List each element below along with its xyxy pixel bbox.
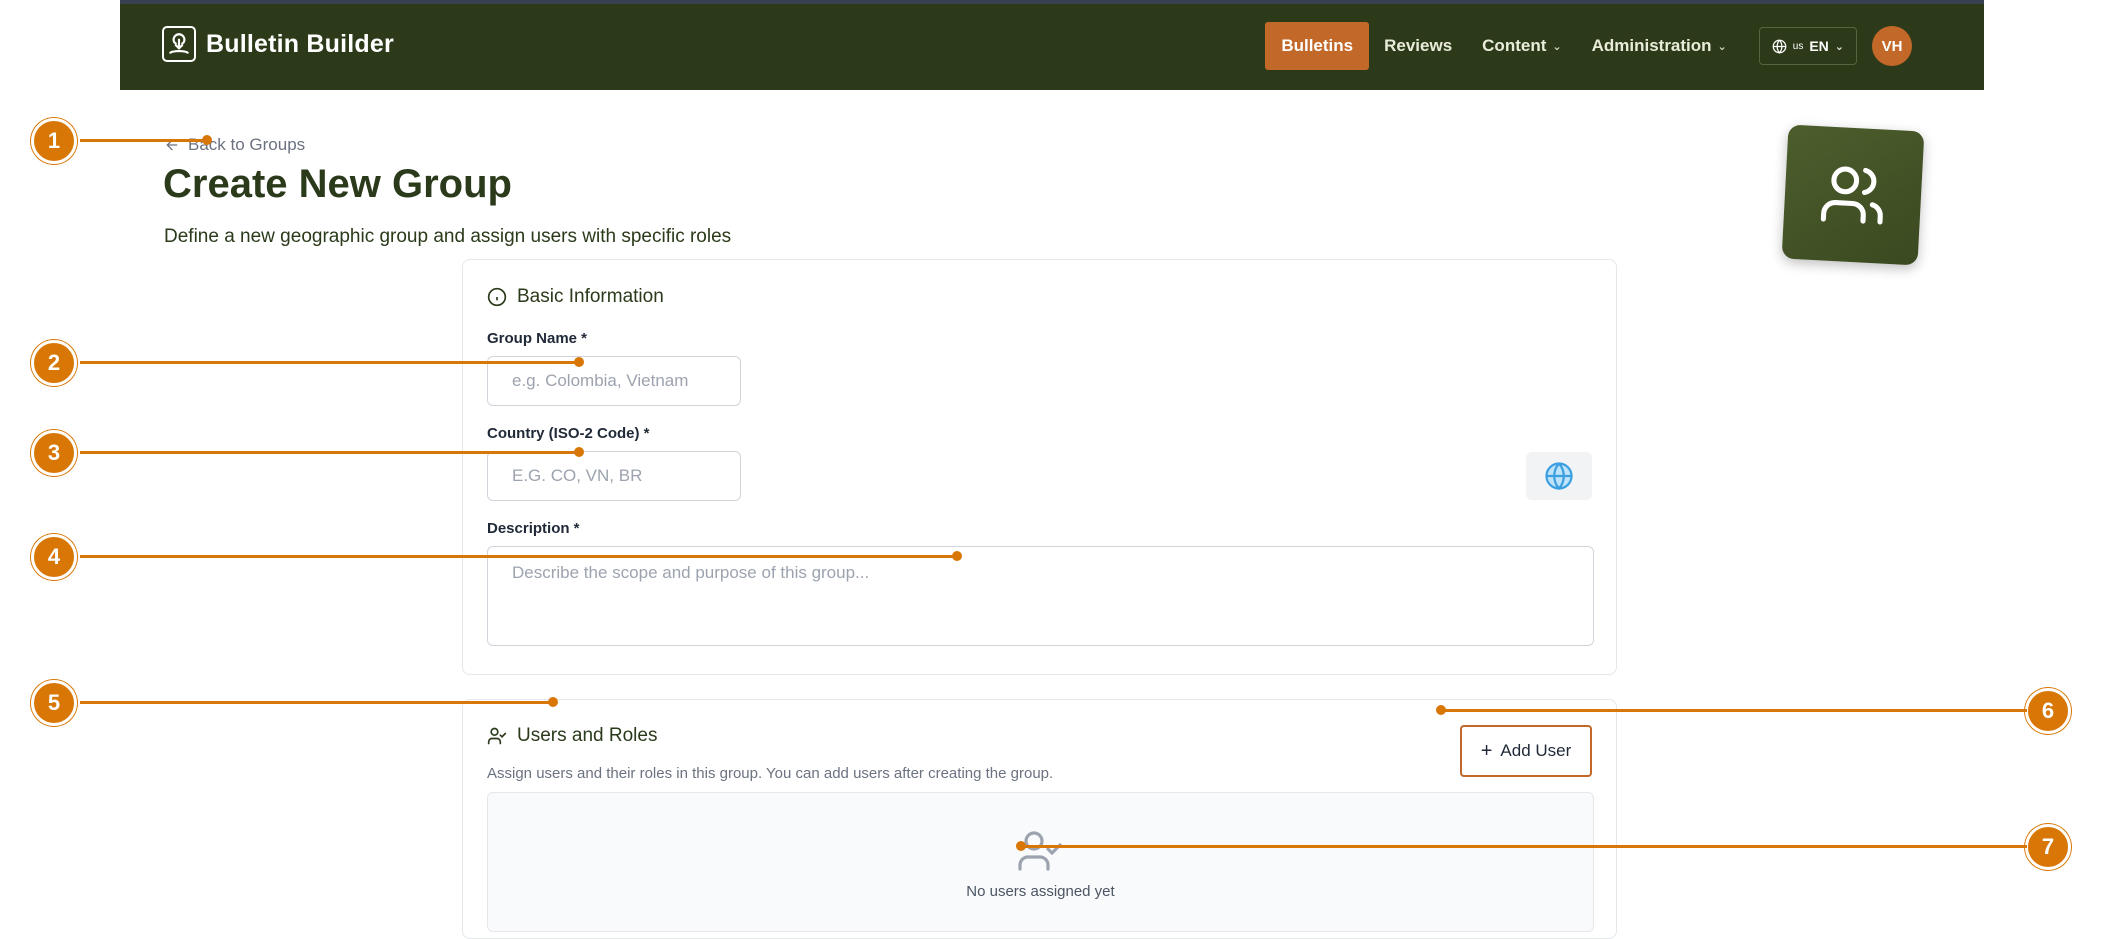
info-icon — [487, 287, 507, 307]
callout-marker-6: 6 — [2025, 688, 2071, 734]
page-subtitle: Define a new geographic group and assign… — [164, 226, 732, 247]
language-selector[interactable]: us EN ⌄ — [1758, 27, 1857, 65]
callout-dot-2 — [574, 357, 584, 367]
users-empty-state: No users assigned yet — [487, 792, 1594, 932]
callout-marker-1: 1 — [31, 118, 77, 164]
page-title: Create New Group — [163, 162, 512, 206]
language-flag: us — [1792, 40, 1804, 52]
brand[interactable]: Bulletin Builder — [162, 26, 394, 62]
callout-dot-1 — [202, 135, 212, 145]
add-user-button[interactable]: + Add User — [1460, 725, 1592, 777]
callout-line-6 — [1442, 709, 2027, 712]
chevron-down-icon: ⌄ — [1552, 40, 1562, 53]
callout-line-1 — [80, 139, 208, 142]
callout-marker-7: 7 — [2025, 824, 2071, 870]
callout-dot-6 — [1436, 705, 1446, 715]
nav-content-label: Content — [1482, 36, 1547, 55]
nav-bulletins-label: Bulletins — [1281, 36, 1354, 55]
brand-name: Bulletin Builder — [206, 29, 394, 58]
top-navigation-bar: Bulletin Builder Bulletins Reviews Conte… — [120, 4, 1984, 90]
add-user-label: Add User — [1500, 741, 1572, 760]
chevron-down-icon: ⌄ — [1717, 40, 1727, 53]
globe-icon — [1772, 39, 1787, 54]
users-and-roles-description: Assign users and their roles in this gro… — [487, 765, 1054, 782]
callout-line-3 — [80, 451, 580, 454]
nav-administration[interactable]: Administration ⌄ — [1577, 22, 1742, 70]
users-and-roles-title: Users and Roles — [517, 725, 658, 746]
callout-dot-3 — [574, 447, 584, 457]
callout-line-4 — [80, 555, 958, 558]
users-and-roles-heading: Users and Roles — [487, 725, 657, 747]
callout-dot-7 — [1016, 841, 1026, 851]
callout-line-2 — [80, 361, 580, 364]
main-nav: Bulletins Reviews Content ⌄ Administrati… — [1265, 22, 1912, 70]
globe-icon — [1545, 462, 1573, 491]
empty-state-text: No users assigned yet — [966, 883, 1115, 900]
callout-dot-5 — [548, 697, 558, 707]
callout-marker-2: 2 — [31, 340, 77, 386]
back-to-groups-link[interactable]: Back to Groups — [164, 135, 305, 155]
plus-icon: + — [1480, 740, 1493, 762]
chevron-down-icon: ⌄ — [1834, 40, 1844, 53]
nav-reviews-label: Reviews — [1384, 36, 1453, 55]
nav-bulletins[interactable]: Bulletins — [1265, 22, 1370, 70]
country-code-placeholder: E.G. CO, VN, BR — [512, 466, 643, 485]
callout-marker-5: 5 — [31, 680, 77, 726]
callout-marker-4: 4 — [31, 534, 77, 580]
description-textarea[interactable]: Describe the scope and purpose of this g… — [487, 546, 1594, 646]
basic-information-card: Basic Information Group Name * e.g. Colo… — [462, 259, 1617, 675]
description-placeholder: Describe the scope and purpose of this g… — [512, 563, 870, 582]
user-check-icon — [487, 727, 507, 745]
country-code-input[interactable]: E.G. CO, VN, BR — [487, 451, 741, 501]
nav-administration-label: Administration — [1591, 36, 1712, 55]
basic-information-title: Basic Information — [517, 286, 664, 307]
description-label: Description * — [487, 520, 580, 537]
group-hero-badge — [1781, 124, 1925, 266]
brand-logo-icon — [162, 26, 196, 62]
callout-marker-3: 3 — [31, 430, 77, 476]
callout-line-7 — [1022, 845, 2027, 848]
user-check-icon — [1018, 831, 1062, 871]
country-label: Country (ISO-2 Code) * — [487, 425, 650, 442]
group-name-placeholder: e.g. Colombia, Vietnam — [512, 371, 689, 390]
callout-line-5 — [80, 701, 554, 704]
group-name-label: Group Name * — [487, 330, 588, 347]
language-code: EN — [1809, 38, 1829, 54]
user-avatar[interactable]: VH — [1872, 26, 1912, 66]
country-globe-button[interactable] — [1526, 452, 1592, 500]
nav-reviews[interactable]: Reviews — [1369, 22, 1467, 70]
callout-dot-4 — [952, 551, 962, 561]
users-and-roles-card: Users and Roles Assign users and their r… — [462, 699, 1617, 939]
basic-information-heading: Basic Information — [487, 286, 664, 308]
users-icon — [1820, 166, 1883, 225]
nav-content[interactable]: Content ⌄ — [1467, 22, 1576, 70]
